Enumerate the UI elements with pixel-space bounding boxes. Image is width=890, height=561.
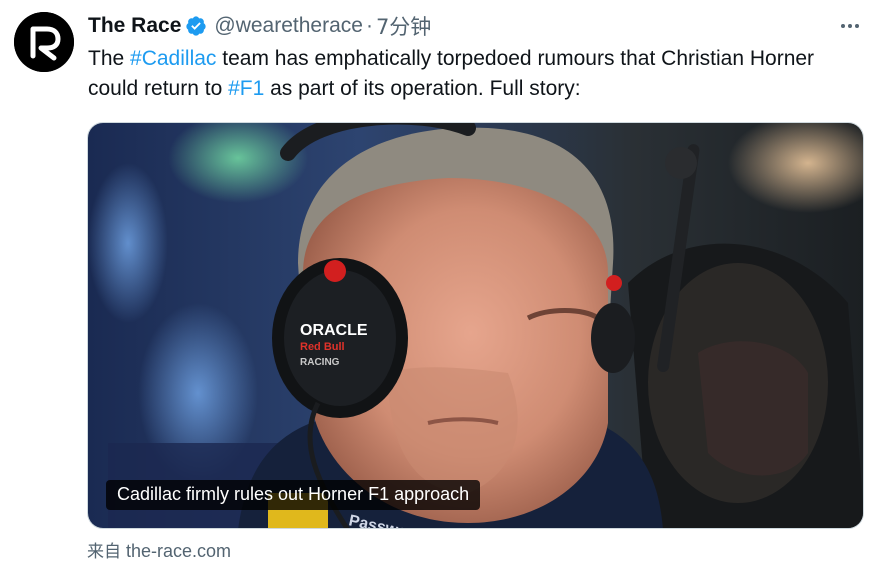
dot [841,24,845,28]
tweet-text: The #Cadillac team has emphatically torp… [88,44,868,104]
display-name[interactable]: The Race [88,14,181,38]
card-source-link[interactable]: 来自 the-race.com [87,537,231,561]
verified-badge-icon [186,16,206,36]
dot [855,24,859,28]
headset-sub: Red Bull [300,341,345,353]
link-card-image[interactable]: ORACLE Red Bull RACING Passwo Cadillac f… [87,122,864,529]
card-caption: Cadillac firmly rules out Horner F1 appr… [106,480,481,510]
separator-dot: · [365,14,373,37]
tweet: The Race @wearetherace · 7分钟 The #Cadill… [0,0,890,561]
hashtag-cadillac[interactable]: #Cadillac [130,47,216,70]
hashtag-f1[interactable]: #F1 [228,77,264,100]
horner-headset-photo: ORACLE Red Bull RACING Passwo [88,123,863,528]
the-race-logo-icon [14,12,74,72]
avatar[interactable] [14,12,74,72]
text-part-3: as part of its operation. Full story: [264,77,581,100]
timestamp[interactable]: 7分钟 [376,11,431,41]
text-part-1: The [88,47,131,70]
source-prefix: 来自 [87,542,121,561]
headset-racing: RACING [300,357,340,368]
tweet-header: The Race @wearetherace · 7分钟 [88,12,431,40]
dot [848,24,852,28]
source-domain: the-race.com [126,541,232,561]
headset-brand: ORACLE [300,322,368,339]
more-options-icon[interactable] [836,14,864,38]
handle[interactable]: @wearetherace [214,14,363,38]
